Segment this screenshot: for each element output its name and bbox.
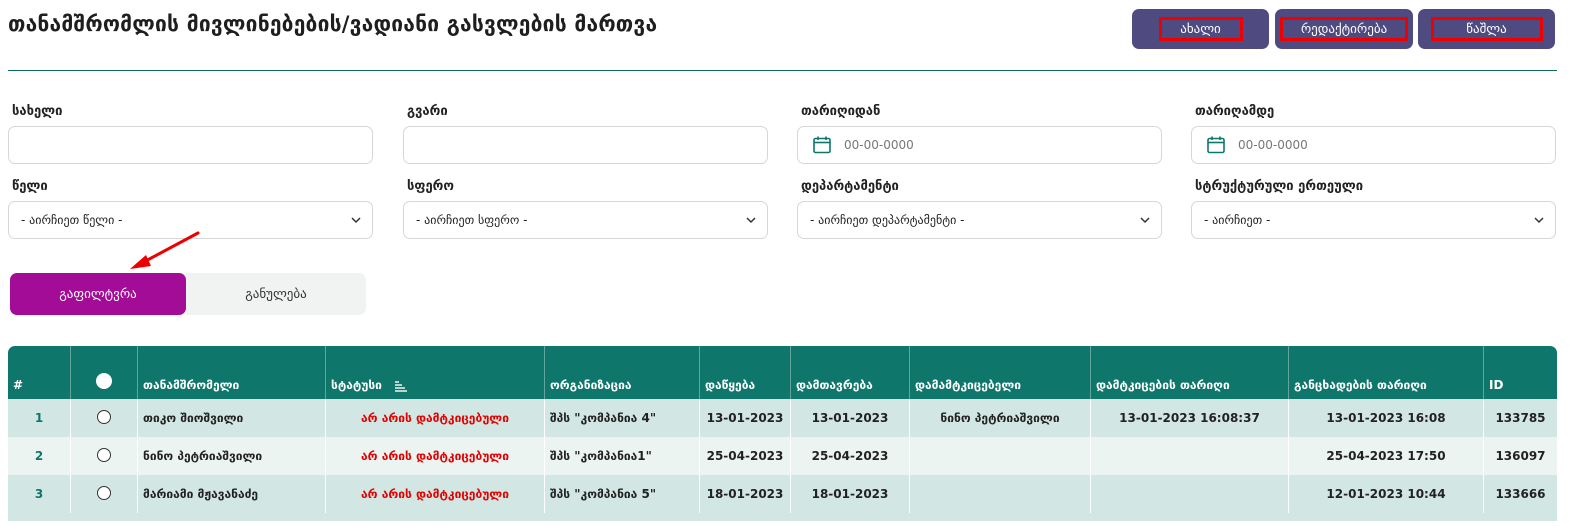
col-applied-at: განცხადების თარიღი <box>1288 346 1484 399</box>
edit-button-label: რედაქტირება <box>1300 21 1388 37</box>
new-button[interactable]: ახალი <box>1132 9 1269 49</box>
row-id: 136097 <box>1483 437 1557 475</box>
year-select-value: - აირჩიეთ წელი - <box>21 213 123 227</box>
row-num: 2 <box>8 437 71 475</box>
trips-table: # თანამშრომელი სტატუსი ორგანიზაცია დაწყე… <box>8 346 1557 521</box>
unit-select[interactable]: - აირჩიეთ - <box>1191 201 1556 239</box>
row-start: 25-04-2023 <box>699 437 791 475</box>
radio-icon[interactable] <box>97 447 111 462</box>
chevron-down-icon <box>351 217 361 224</box>
row-select[interactable] <box>70 475 138 513</box>
sphere-select-value: - აირჩიეთ სფერო - <box>416 213 528 227</box>
header-divider <box>8 70 1557 71</box>
row-start: 13-01-2023 <box>699 399 791 437</box>
row-num: 1 <box>8 399 71 437</box>
col-status-label: სტატუსი <box>331 378 382 392</box>
table-row[interactable]: 2 ნინო პეტრიაშვილი არ არის დამტკიცებული … <box>8 437 1557 475</box>
date-from-label: თარიღიდან <box>801 104 881 119</box>
edit-button[interactable]: რედაქტირება <box>1275 9 1413 49</box>
row-select[interactable] <box>70 437 138 475</box>
unit-label: სტრუქტურული ერთეული <box>1195 179 1364 194</box>
department-select[interactable]: - აირჩიეთ დეპარტამენტი - <box>797 201 1162 239</box>
reset-button[interactable]: განულება <box>186 273 366 315</box>
row-approver <box>909 475 1091 513</box>
col-start: დაწყება <box>699 346 791 399</box>
row-approved-at <box>1090 475 1289 513</box>
row-num: 3 <box>8 475 71 513</box>
chevron-down-icon <box>746 217 756 224</box>
row-employee: თიკო შიოშვილი <box>137 399 326 437</box>
table-row-partial <box>8 513 1557 521</box>
table-row[interactable]: 3 მარიამი მჟავანაძე არ არის დამტკიცებული… <box>8 475 1557 513</box>
new-button-label: ახალი <box>1180 21 1221 37</box>
col-approver: დამამტკიცებელი <box>909 346 1091 399</box>
surname-label: გვარი <box>407 104 448 119</box>
year-label: წელი <box>12 179 48 194</box>
row-organization: შპს "კომპანია 4" <box>544 399 700 437</box>
col-end: დამთავრება <box>790 346 910 399</box>
sphere-select[interactable]: - აირჩიეთ სფერო - <box>403 201 768 239</box>
row-select[interactable] <box>70 399 138 437</box>
calendar-icon <box>813 136 831 154</box>
date-to-placeholder: 00-00-0000 <box>1238 138 1308 152</box>
col-status[interactable]: სტატუსი <box>325 346 545 399</box>
row-status: არ არის დამტკიცებული <box>325 475 545 513</box>
name-input[interactable] <box>8 126 373 164</box>
delete-button[interactable]: წაშლა <box>1418 9 1555 49</box>
sort-icon[interactable] <box>394 380 408 392</box>
date-from-input[interactable]: 00-00-0000 <box>797 126 1162 164</box>
date-to-label: თარიღამდე <box>1195 104 1275 119</box>
col-approved-at: დამტკიცების თარიღი <box>1090 346 1289 399</box>
delete-button-label: წაშლა <box>1466 21 1507 37</box>
calendar-icon <box>1207 136 1225 154</box>
radio-icon[interactable] <box>97 409 111 424</box>
row-status: არ არის დამტკიცებული <box>325 437 545 475</box>
row-id: 133785 <box>1483 399 1557 437</box>
row-approver <box>909 437 1091 475</box>
row-end: 13-01-2023 <box>790 399 910 437</box>
department-label: დეპარტამენტი <box>801 179 899 194</box>
row-approved-at <box>1090 437 1289 475</box>
department-select-value: - აირჩიეთ დეპარტამენტი - <box>810 213 965 227</box>
row-id: 133666 <box>1483 475 1557 513</box>
row-start: 18-01-2023 <box>699 475 791 513</box>
radio-icon[interactable] <box>97 485 111 500</box>
col-select-all[interactable] <box>70 346 138 399</box>
annotation-arrow-icon <box>130 231 200 269</box>
row-organization: შპს "კომპანია1" <box>544 437 700 475</box>
radio-icon[interactable] <box>96 373 112 389</box>
row-status: არ არის დამტკიცებული <box>325 399 545 437</box>
row-end: 25-04-2023 <box>790 437 910 475</box>
row-applied-at: 13-01-2023 16:08 <box>1288 399 1484 437</box>
chevron-down-icon <box>1140 217 1150 224</box>
row-employee: ნინო პეტრიაშვილი <box>137 437 326 475</box>
table-row[interactable]: 1 თიკო შიოშვილი არ არის დამტკიცებული შპს… <box>8 399 1557 437</box>
page-title: თანამშრომლის მივლინებების/ვადიანი გასვლე… <box>8 12 658 36</box>
row-approver: ნინო პეტრიაშვილი <box>909 399 1091 437</box>
row-applied-at: 25-04-2023 17:50 <box>1288 437 1484 475</box>
surname-input[interactable] <box>403 126 768 164</box>
unit-select-value: - აირჩიეთ - <box>1204 213 1271 227</box>
row-applied-at: 12-01-2023 10:44 <box>1288 475 1484 513</box>
table-row-partial-cell <box>8 513 1557 521</box>
chevron-down-icon <box>1534 217 1544 224</box>
date-to-input[interactable]: 00-00-0000 <box>1191 126 1556 164</box>
row-employee: მარიამი მჟავანაძე <box>137 475 326 513</box>
col-employee: თანამშრომელი <box>137 346 326 399</box>
name-label: სახელი <box>12 104 63 119</box>
row-end: 18-01-2023 <box>790 475 910 513</box>
col-id: ID <box>1483 346 1557 399</box>
col-organization: ორგანიზაცია <box>544 346 700 399</box>
col-num: # <box>8 346 71 399</box>
filter-button[interactable]: გაფილტვრა <box>10 273 186 315</box>
row-organization: შპს "კომპანია 5" <box>544 475 700 513</box>
sphere-label: სფერო <box>407 179 454 194</box>
date-from-placeholder: 00-00-0000 <box>844 138 914 152</box>
row-approved-at: 13-01-2023 16:08:37 <box>1090 399 1289 437</box>
